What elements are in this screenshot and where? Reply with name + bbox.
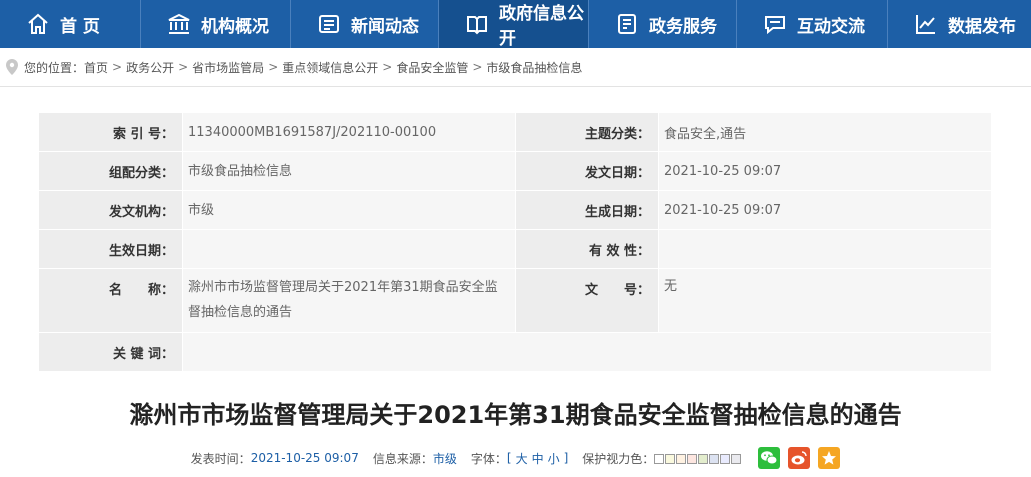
weibo-share-button[interactable] [788, 447, 811, 469]
open-info-icon [465, 12, 489, 36]
font-medium-button[interactable]: 中 [532, 450, 544, 467]
nav-item-institution[interactable]: 机构概况 [141, 0, 291, 48]
nav-item-label: 新闻动态 [351, 16, 419, 37]
wechat-icon [758, 447, 781, 469]
effdate-value [182, 230, 515, 268]
favorite-button[interactable] [818, 447, 841, 469]
effdate-label: 生效日期： [39, 230, 182, 268]
news-icon [317, 12, 341, 36]
pubdate-label: 发文日期： [515, 152, 658, 190]
keyword-label: 关 键 词： [39, 333, 182, 371]
breadcrumb-link-gov-open[interactable]: 政务公开 [126, 59, 174, 76]
home-icon [26, 12, 50, 36]
nav-item-label: 政府信息公开 [499, 4, 584, 49]
group-label: 组配分类： [39, 152, 182, 190]
font-bracket-close: ] [563, 451, 569, 465]
font-size-label: 字体： [470, 451, 507, 466]
keyword-value [182, 333, 991, 371]
breadcrumb-separator: > [178, 60, 189, 74]
gendate-label: 生成日期： [515, 191, 658, 229]
eye-color-swatch[interactable] [687, 453, 698, 464]
nav-item-home[interactable]: 首 页 [0, 0, 141, 48]
docno-value: 无 [658, 269, 991, 332]
validity-label: 有 效 性： [515, 230, 658, 268]
publish-time-value: 2021-10-25 09:07 [250, 451, 359, 465]
eye-color-swatch[interactable] [654, 453, 665, 464]
service-icon [615, 12, 639, 36]
metadata-table: 索 引 号： 11340000MB1691587J/202110-00100 主… [39, 113, 991, 372]
nav-item-label: 政务服务 [649, 16, 717, 37]
breadcrumb-link-food-safety[interactable]: 食品安全监管 [396, 59, 468, 76]
eye-color-swatch[interactable] [731, 453, 742, 464]
font-small-button[interactable]: 小 [548, 450, 560, 467]
nav-item-service[interactable]: 政务服务 [589, 0, 737, 48]
gendate-value: 2021-10-25 09:07 [658, 191, 991, 229]
eye-color-swatches [654, 451, 742, 465]
metadata-row: 发文机构： 市级 生成日期： 2021-10-25 09:07 [39, 191, 991, 230]
name-label: 名 称： [39, 269, 182, 332]
font-bracket-open: [ [506, 451, 512, 465]
eye-color-swatch[interactable] [665, 453, 676, 464]
breadcrumb-link-key-areas[interactable]: 重点领域信息公开 [282, 59, 378, 76]
institution-icon [167, 12, 191, 36]
article-info-bar: 发表时间： 2021-10-25 09:07 信息来源： 市级 字体： [ 大 … [0, 446, 1031, 470]
breadcrumb: 您的位置： 首页 > 政务公开 > 省市场监管局 > 重点领域信息公开 > 食品… [0, 48, 1031, 87]
nav-item-label: 机构概况 [201, 16, 269, 37]
topic-label: 主题分类： [515, 113, 658, 151]
metadata-row: 索 引 号： 11340000MB1691587J/202110-00100 主… [39, 113, 991, 152]
breadcrumb-prefix: 您的位置： [24, 60, 85, 75]
group-value: 市级食品抽检信息 [182, 152, 515, 190]
nav-item-chat[interactable]: 互动交流 [737, 0, 888, 48]
org-value: 市级 [182, 191, 515, 229]
location-pin-icon [6, 59, 18, 75]
index-value: 11340000MB1691587J/202110-00100 [182, 113, 515, 151]
breadcrumb-link-provincial-bureau[interactable]: 省市场监管局 [192, 59, 264, 76]
breadcrumb-separator: > [268, 60, 279, 74]
eye-color-swatch[interactable] [676, 453, 687, 464]
source-label: 信息来源： [372, 451, 433, 466]
name-value: 滁州市市场监督管理局关于2021年第31期食品安全监督抽检信息的通告 [182, 269, 515, 332]
metadata-row: 名 称： 滁州市市场监督管理局关于2021年第31期食品安全监督抽检信息的通告 … [39, 269, 991, 333]
eye-color-swatch[interactable] [720, 453, 731, 464]
nav-item-label: 互动交流 [797, 16, 865, 37]
docno-label: 文 号： [515, 269, 658, 332]
eye-protection-label: 保护视力色： [582, 451, 655, 466]
metadata-row: 组配分类： 市级食品抽检信息 发文日期： 2021-10-25 09:07 [39, 152, 991, 191]
source-value: 市级 [432, 451, 457, 466]
nav-item-open-info[interactable]: 政府信息公开 [439, 0, 589, 49]
main-nav: 首 页 机构概况 新闻动态 政府信息公开 政务服务 互动交流 数据发布 [0, 0, 1031, 49]
eye-color-swatch[interactable] [709, 453, 720, 464]
metadata-row: 关 键 词： [39, 333, 991, 372]
breadcrumb-separator: > [382, 60, 393, 74]
breadcrumb-link-home[interactable]: 首页 [84, 59, 108, 76]
org-label: 发文机构： [39, 191, 182, 229]
font-large-button[interactable]: 大 [516, 450, 528, 467]
nav-item-label: 首 页 [60, 16, 100, 37]
wechat-share-button[interactable] [758, 447, 781, 469]
star-icon [818, 447, 841, 469]
pubdate-value: 2021-10-25 09:07 [658, 152, 991, 190]
topic-value: 食品安全,通告 [658, 113, 991, 151]
chat-icon [763, 12, 787, 36]
weibo-icon [788, 447, 811, 469]
nav-item-news[interactable]: 新闻动态 [291, 0, 439, 48]
nav-item-data[interactable]: 数据发布 [888, 0, 1031, 48]
breadcrumb-separator: > [472, 60, 483, 74]
index-label: 索 引 号： [39, 113, 182, 151]
article-title: 滁州市市场监督管理局关于2021年第31期食品安全监督抽检信息的通告 [129, 401, 902, 429]
breadcrumb-separator: > [112, 60, 123, 74]
chart-icon [914, 12, 938, 36]
breadcrumb-link-city-inspection[interactable]: 市级食品抽检信息 [486, 59, 582, 76]
validity-value [658, 230, 991, 268]
metadata-row: 生效日期： 有 效 性： [39, 230, 991, 269]
nav-item-label: 数据发布 [948, 16, 1016, 37]
eye-color-swatch[interactable] [698, 453, 709, 464]
publish-time-label: 发表时间： [190, 451, 251, 466]
